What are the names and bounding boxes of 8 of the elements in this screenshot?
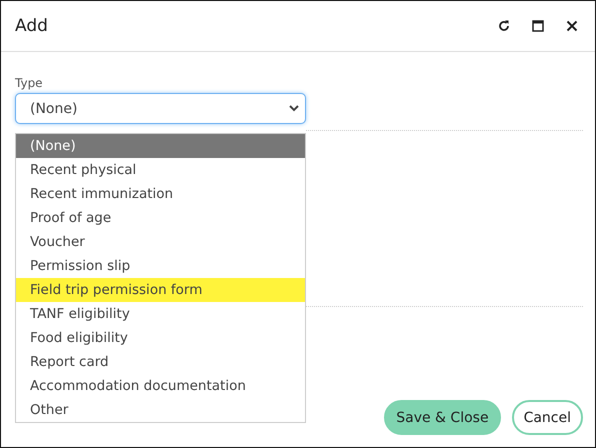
type-select[interactable]: (None) bbox=[15, 93, 306, 124]
chevron-icon bbox=[289, 105, 299, 112]
field-label: Type bbox=[15, 76, 44, 90]
cancel-button[interactable]: Cancel bbox=[512, 400, 583, 435]
save-button[interactable]: Save & Close bbox=[384, 400, 501, 435]
window-title: Add bbox=[15, 16, 49, 36]
dropdown-option[interactable]: (None) bbox=[16, 134, 305, 158]
dropdown-option[interactable]: Field trip permission form bbox=[16, 278, 305, 302]
